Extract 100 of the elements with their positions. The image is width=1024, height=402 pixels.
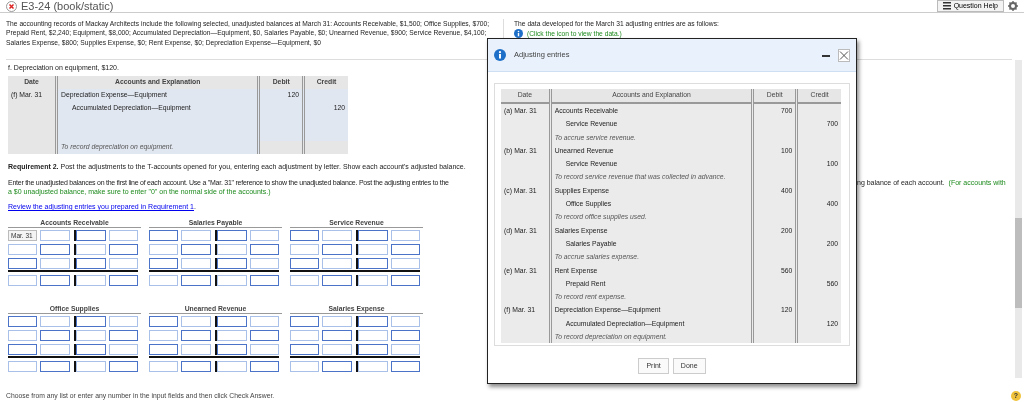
- reference-field[interactable]: [217, 230, 247, 242]
- reference-field[interactable]: [8, 361, 37, 373]
- reference-field[interactable]: [217, 330, 247, 342]
- amount-field[interactable]: [250, 258, 279, 270]
- amount-field[interactable]: [391, 330, 420, 342]
- amount-field[interactable]: [181, 244, 211, 256]
- reference-field[interactable]: [149, 230, 178, 242]
- reference-field[interactable]: [358, 330, 388, 342]
- reference-field[interactable]: [217, 361, 247, 373]
- amount-field[interactable]: [391, 275, 420, 287]
- amount-field[interactable]: [322, 344, 352, 356]
- reference-field[interactable]: [290, 230, 319, 242]
- reference-field[interactable]: [76, 344, 106, 356]
- reference-field[interactable]: [8, 344, 37, 356]
- reference-field[interactable]: [358, 258, 388, 270]
- amount-field[interactable]: [181, 275, 211, 287]
- amount-field[interactable]: [250, 275, 279, 287]
- amount-field[interactable]: [322, 330, 352, 342]
- reference-field[interactable]: [290, 316, 319, 328]
- amount-field[interactable]: [250, 316, 279, 328]
- amount-field[interactable]: [40, 275, 70, 287]
- amount-field[interactable]: [181, 258, 211, 270]
- reference-field[interactable]: [290, 275, 319, 287]
- amount-field[interactable]: [322, 275, 352, 287]
- amount-field[interactable]: [181, 316, 211, 328]
- reference-field[interactable]: [358, 230, 388, 242]
- reference-field[interactable]: [8, 316, 37, 328]
- amount-field[interactable]: [109, 330, 138, 342]
- reference-field[interactable]: [290, 258, 319, 270]
- amount-field[interactable]: [391, 230, 420, 242]
- amount-field[interactable]: [109, 258, 138, 270]
- reference-field[interactable]: [8, 244, 37, 256]
- reference-field[interactable]: [290, 361, 319, 373]
- amount-field[interactable]: [109, 344, 138, 356]
- reference-field[interactable]: [217, 275, 247, 287]
- amount-field[interactable]: [181, 330, 211, 342]
- amount-field[interactable]: [109, 316, 138, 328]
- reference-field[interactable]: [76, 275, 106, 287]
- amount-field[interactable]: [250, 230, 279, 242]
- reference-field[interactable]: [149, 258, 178, 270]
- amount-field[interactable]: [109, 244, 138, 256]
- reference-field[interactable]: [149, 316, 178, 328]
- reference-field[interactable]: [149, 275, 178, 287]
- amount-field[interactable]: [40, 258, 70, 270]
- amount-field[interactable]: [250, 361, 279, 373]
- reference-field[interactable]: [290, 344, 319, 356]
- reference-field[interactable]: [290, 330, 319, 342]
- reference-field[interactable]: [76, 361, 106, 373]
- amount-field[interactable]: [391, 316, 420, 328]
- amount-field[interactable]: [391, 244, 420, 256]
- reference-field[interactable]: [217, 344, 247, 356]
- reference-field[interactable]: [149, 330, 178, 342]
- amount-field[interactable]: [181, 230, 211, 242]
- reference-field[interactable]: [8, 330, 37, 342]
- amount-field[interactable]: [109, 361, 138, 373]
- reference-field[interactable]: [149, 361, 178, 373]
- amount-field[interactable]: [40, 230, 70, 242]
- reference-field[interactable]: [290, 244, 319, 256]
- scrollbar[interactable]: [1015, 60, 1022, 378]
- reference-field[interactable]: [358, 244, 388, 256]
- reference-field[interactable]: [217, 244, 247, 256]
- amount-field[interactable]: [250, 344, 279, 356]
- reference-field[interactable]: [358, 361, 388, 373]
- close-icon[interactable]: [838, 48, 850, 62]
- reference-field[interactable]: [76, 330, 106, 342]
- reference-field[interactable]: [8, 258, 37, 270]
- amount-field[interactable]: [250, 244, 279, 256]
- amount-field[interactable]: [391, 258, 420, 270]
- reference-field[interactable]: [76, 258, 106, 270]
- amount-field[interactable]: [322, 244, 352, 256]
- credit-cell: [303, 89, 348, 103]
- reference-field[interactable]: [76, 244, 106, 256]
- amount-field[interactable]: [322, 361, 352, 373]
- amount-field[interactable]: [109, 230, 138, 242]
- amount-field[interactable]: [109, 275, 138, 287]
- amount-field[interactable]: [322, 230, 352, 242]
- reference-field[interactable]: [217, 258, 247, 270]
- reference-field[interactable]: [358, 344, 388, 356]
- amount-field[interactable]: [391, 361, 420, 373]
- reference-field[interactable]: [149, 344, 178, 356]
- amount-field[interactable]: [40, 361, 70, 373]
- info-icon[interactable]: [514, 28, 523, 38]
- amount-field[interactable]: [322, 316, 352, 328]
- amount-field[interactable]: [250, 330, 279, 342]
- amount-field[interactable]: [40, 316, 70, 328]
- amount-field[interactable]: [391, 344, 420, 356]
- reference-field[interactable]: [358, 275, 388, 287]
- amount-field[interactable]: [40, 244, 70, 256]
- reference-field[interactable]: [76, 316, 106, 328]
- reference-field[interactable]: [149, 244, 178, 256]
- amount-field[interactable]: [181, 361, 211, 373]
- amount-field[interactable]: [181, 344, 211, 356]
- amount-field[interactable]: [40, 344, 70, 356]
- settings-icon[interactable]: [1008, 1, 1018, 11]
- reference-field[interactable]: [358, 316, 388, 328]
- reference-field[interactable]: [217, 316, 247, 328]
- reference-field[interactable]: [76, 230, 106, 242]
- amount-field[interactable]: [40, 330, 70, 342]
- reference-field[interactable]: [8, 275, 37, 287]
- amount-field[interactable]: [322, 258, 352, 270]
